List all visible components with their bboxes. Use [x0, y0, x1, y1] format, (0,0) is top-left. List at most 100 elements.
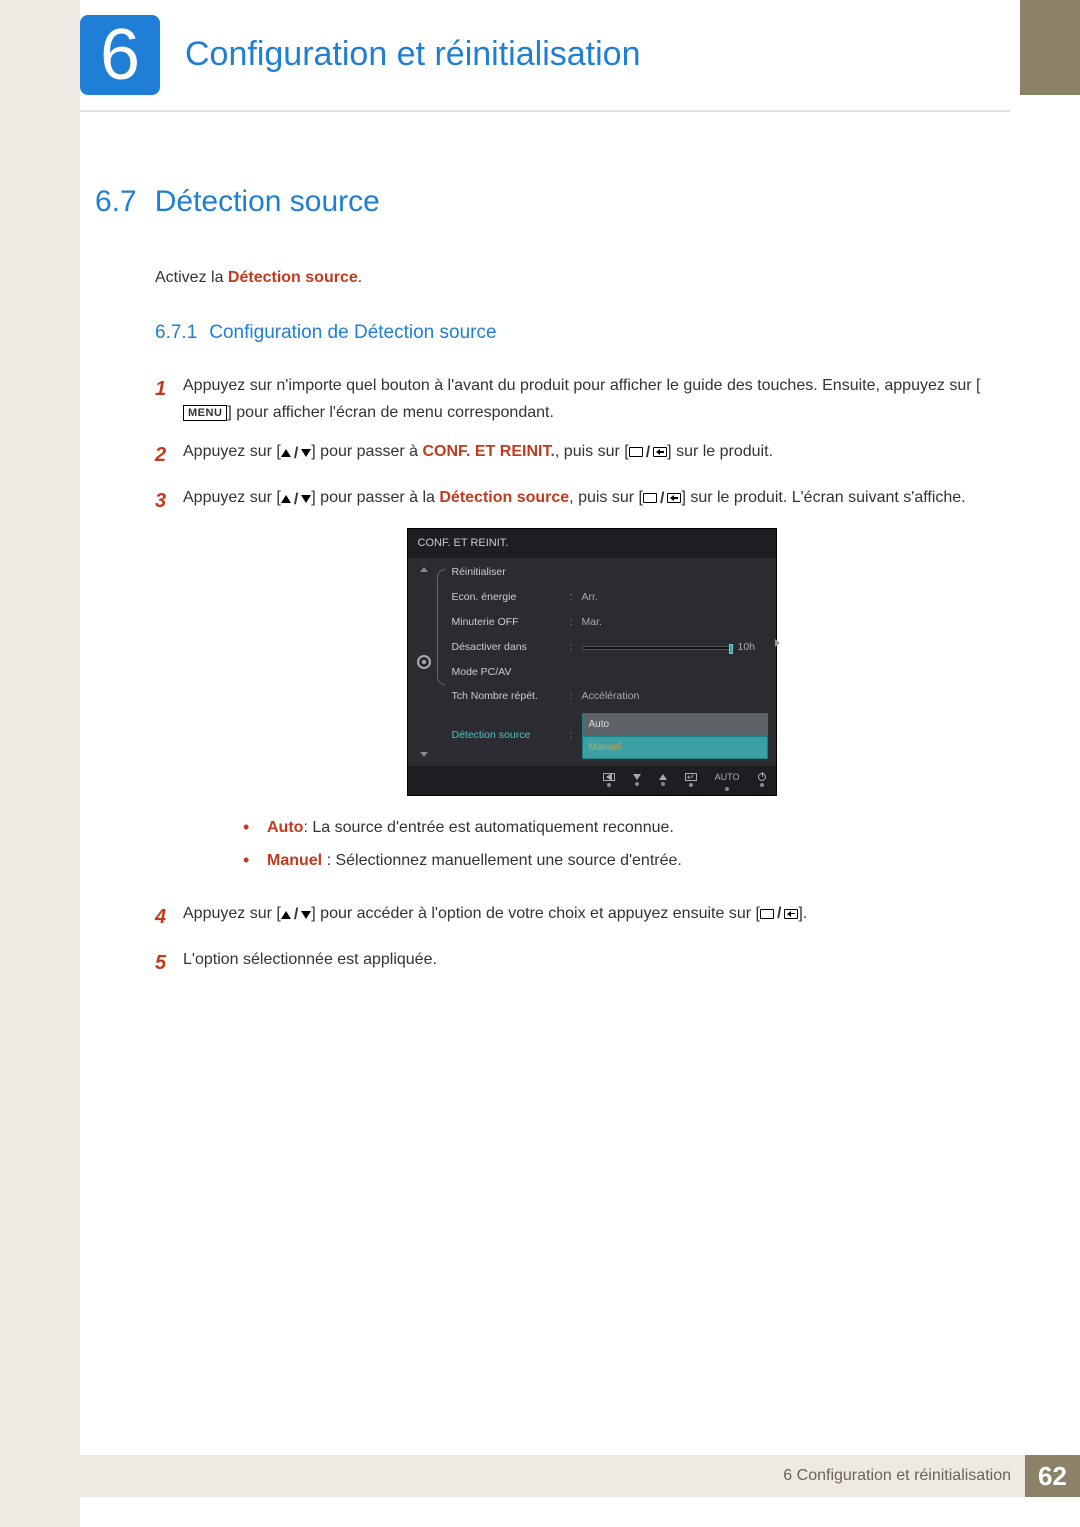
bullet-dot-icon: •: [243, 814, 267, 841]
osd-label: Tch Nombre répét.: [452, 688, 570, 706]
left-margin: [0, 0, 80, 1527]
section-title: Détection source: [155, 185, 380, 218]
step-1: 1 Appuyez sur n'importe quel bouton à l'…: [155, 372, 1000, 426]
step-number: 5: [155, 946, 183, 980]
osd-label: Réinitialiser: [452, 564, 570, 582]
osd-footer-up-icon: [659, 774, 667, 786]
step-body: Appuyez sur n'importe quel bouton à l'av…: [183, 372, 1000, 426]
osd-row-eco: Econ. énergie : Arr.: [440, 586, 768, 611]
step-number: 1: [155, 372, 183, 406]
text: ] pour afficher l'écran de menu correspo…: [227, 404, 554, 421]
osd-option-auto: Auto: [582, 713, 768, 736]
text: ] sur le produit. L'écran suivant s'affi…: [681, 489, 965, 506]
bullet-auto: • Auto: La source d'entrée est automatiq…: [243, 814, 1000, 843]
text: , puis sur [: [569, 489, 643, 506]
osd-rows: Réinitialiser Econ. énergie : Arr. Minut…: [440, 561, 776, 763]
text: Appuyez sur [: [183, 443, 281, 460]
osd-row-repeat: Tch Nombre répét. : Accélération: [440, 685, 768, 710]
subsection-title: Configuration de Détection source: [209, 322, 496, 343]
osd-down-icon: [420, 752, 428, 757]
osd-row-reset: Réinitialiser: [440, 561, 768, 586]
osd-colon: :: [570, 614, 582, 632]
step-number: 4: [155, 900, 183, 934]
steps-list: 1 Appuyez sur n'importe quel bouton à l'…: [155, 372, 1000, 980]
osd-colon: :: [570, 727, 582, 745]
osd-dropdown: Auto Manuel: [582, 713, 768, 759]
text: ] sur le produit.: [667, 443, 773, 460]
osd-option-manuel: Manuel: [582, 736, 768, 759]
text: ].: [798, 905, 807, 922]
select-enter-icon: /: [643, 485, 681, 512]
menu-button-icon: MENU: [183, 405, 227, 421]
text: ] pour accéder à l'option de votre choix…: [311, 905, 760, 922]
osd-footer: ↵ AUTO: [408, 766, 776, 795]
section-heading: 6.7 Détection source: [95, 185, 1000, 219]
footer-chapter: 6 Configuration et réinitialisation: [783, 1467, 1011, 1485]
text: , puis sur [: [555, 443, 629, 460]
osd-row-timer: Minuterie OFF : Mar.: [440, 610, 768, 635]
osd-footer-power-icon: [758, 773, 766, 787]
bullet-manual: • Manuel : Sélectionnez manuellement une…: [243, 847, 1000, 876]
chapter-number-box: 6: [80, 15, 160, 95]
bullet-label: Manuel: [267, 852, 322, 869]
header-divider: [80, 110, 1010, 112]
bullet-text: Auto: La source d'entrée est automatique…: [267, 814, 674, 843]
osd-label-highlight: Détection source: [452, 727, 570, 745]
bullet-dot-icon: •: [243, 847, 267, 874]
page-footer: 6 Configuration et réinitialisation 62: [80, 1455, 1080, 1497]
top-right-bar: [1020, 0, 1080, 95]
intro-after: .: [358, 269, 362, 286]
step-body: Appuyez sur [/] pour accéder à l'option …: [183, 900, 1000, 929]
osd-footer-enter-icon: ↵: [685, 773, 697, 787]
footer-stripe: 6 Configuration et réinitialisation: [80, 1455, 1025, 1497]
step-number: 3: [155, 484, 183, 518]
subsection-heading: 6.7.1 Configuration de Détection source: [155, 322, 1000, 344]
step-2: 2 Appuyez sur [/] pour passer à CONF. ET…: [155, 438, 1000, 472]
bullet-text: Manuel : Sélectionnez manuellement une s…: [267, 847, 682, 876]
osd-row-offin: Désactiver dans : 10h: [440, 635, 768, 660]
step-3: 3 Appuyez sur [/] pour passer à la Détec…: [155, 484, 1000, 887]
osd-label: Désactiver dans: [452, 639, 570, 657]
osd-bracket: [437, 569, 445, 685]
text: Appuyez sur n'importe quel bouton à l'av…: [183, 377, 980, 394]
text: ] pour passer à: [311, 443, 422, 460]
subsection-number: 6.7.1: [155, 322, 197, 343]
text: : La source d'entrée est automatiquement…: [303, 819, 673, 836]
gear-icon: [417, 655, 431, 669]
up-down-icon: /: [281, 486, 311, 513]
osd-value: Accélération: [582, 688, 768, 706]
step-body: Appuyez sur [/] pour passer à la Détecti…: [183, 484, 1000, 887]
step-number: 2: [155, 438, 183, 472]
osd-value: Mar.: [582, 614, 768, 632]
osd-title: CONF. ET REINIT.: [408, 529, 776, 558]
text: ] pour passer à la: [311, 489, 439, 506]
target-bold: CONF. ET REINIT.: [422, 443, 554, 460]
up-down-icon: /: [281, 901, 311, 928]
text: : Sélectionnez manuellement une source d…: [322, 852, 682, 869]
select-enter-icon: /: [629, 439, 667, 466]
intro-highlight: Détection source: [228, 269, 358, 286]
osd-label: Mode PC/AV: [452, 664, 570, 682]
option-bullets: • Auto: La source d'entrée est automatiq…: [243, 814, 1000, 876]
step-body: L'option sélectionnée est appliquée.: [183, 946, 1000, 973]
step-body: Appuyez sur [/] pour passer à CONF. ET R…: [183, 438, 1000, 467]
osd-footer-auto: AUTO: [715, 770, 740, 791]
page-content: 6.7 Détection source Activez la Détection…: [95, 185, 1000, 992]
osd-screenshot: CONF. ET REINIT. Réinitialiser: [407, 528, 777, 796]
intro-text: Activez la Détection source.: [155, 269, 1000, 287]
section-number: 6.7: [95, 185, 137, 218]
osd-slider: [582, 646, 732, 650]
osd-colon: :: [570, 639, 582, 657]
osd-colon: :: [570, 688, 582, 706]
text: L'option sélectionnée est appliquée.: [183, 951, 437, 968]
up-down-icon: /: [281, 440, 311, 467]
osd-footer-back-icon: [603, 773, 615, 787]
text: Appuyez sur [: [183, 905, 281, 922]
chapter-title: Configuration et réinitialisation: [185, 35, 640, 74]
step-5: 5 L'option sélectionnée est appliquée.: [155, 946, 1000, 980]
step-4: 4 Appuyez sur [/] pour accéder à l'optio…: [155, 900, 1000, 934]
osd-value: 10h: [738, 639, 768, 657]
osd-value: Arr.: [582, 589, 768, 607]
target-bold: Détection source: [439, 489, 569, 506]
text: Appuyez sur [: [183, 489, 281, 506]
